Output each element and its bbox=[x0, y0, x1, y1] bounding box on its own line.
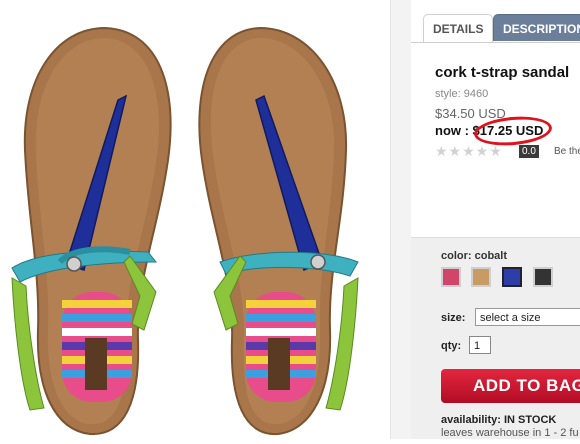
now-label: now : bbox=[435, 123, 473, 138]
product-details-panel: DETAILS DESCRIPTION cork t-strap sandal … bbox=[411, 0, 580, 439]
product-image[interactable] bbox=[0, 0, 391, 439]
rating-badge: 0.0 bbox=[519, 145, 539, 158]
tab-underline bbox=[411, 42, 580, 43]
product-style-number: style: 9460 bbox=[435, 88, 489, 100]
write-review-link[interactable]: Be the bbox=[554, 146, 580, 157]
tab-description[interactable]: DESCRIPTION bbox=[493, 14, 580, 41]
tab-details[interactable]: DETAILS bbox=[423, 14, 494, 43]
sandal-product-image bbox=[11, 26, 359, 436]
color-label: color: cobalt bbox=[441, 250, 508, 262]
size-select[interactable]: select a size bbox=[475, 308, 580, 326]
size-label: size: bbox=[441, 312, 466, 324]
availability-line: availability: IN STOCK bbox=[441, 414, 556, 426]
swatch-fill bbox=[473, 269, 489, 285]
quantity-input[interactable]: 1 bbox=[469, 336, 491, 354]
star-icon[interactable]: ★★★★★ bbox=[435, 143, 503, 160]
color-swatch-cobalt[interactable] bbox=[502, 267, 522, 287]
color-swatch-black[interactable] bbox=[533, 267, 553, 287]
product-title: cork t-strap sandal bbox=[435, 64, 570, 81]
add-to-bag-button[interactable]: ADD TO BAG bbox=[441, 369, 580, 403]
purchase-options-panel: color: cobalt size: select a size qty: 1… bbox=[411, 238, 580, 439]
column-gutter bbox=[391, 0, 411, 439]
swatch-fill bbox=[535, 269, 551, 285]
stock-status: IN STOCK bbox=[503, 414, 557, 426]
qty-label: qty: bbox=[441, 340, 462, 352]
availability-label: availability: bbox=[441, 414, 501, 426]
color-swatch-pink[interactable] bbox=[441, 267, 461, 287]
color-swatch-cork[interactable] bbox=[471, 267, 491, 287]
shipping-note: leaves warehouse in 1 - 2 fu bbox=[441, 427, 579, 439]
swatch-fill bbox=[443, 269, 459, 285]
tab-bar: DETAILS DESCRIPTION bbox=[423, 14, 580, 43]
swatch-fill bbox=[504, 269, 520, 285]
